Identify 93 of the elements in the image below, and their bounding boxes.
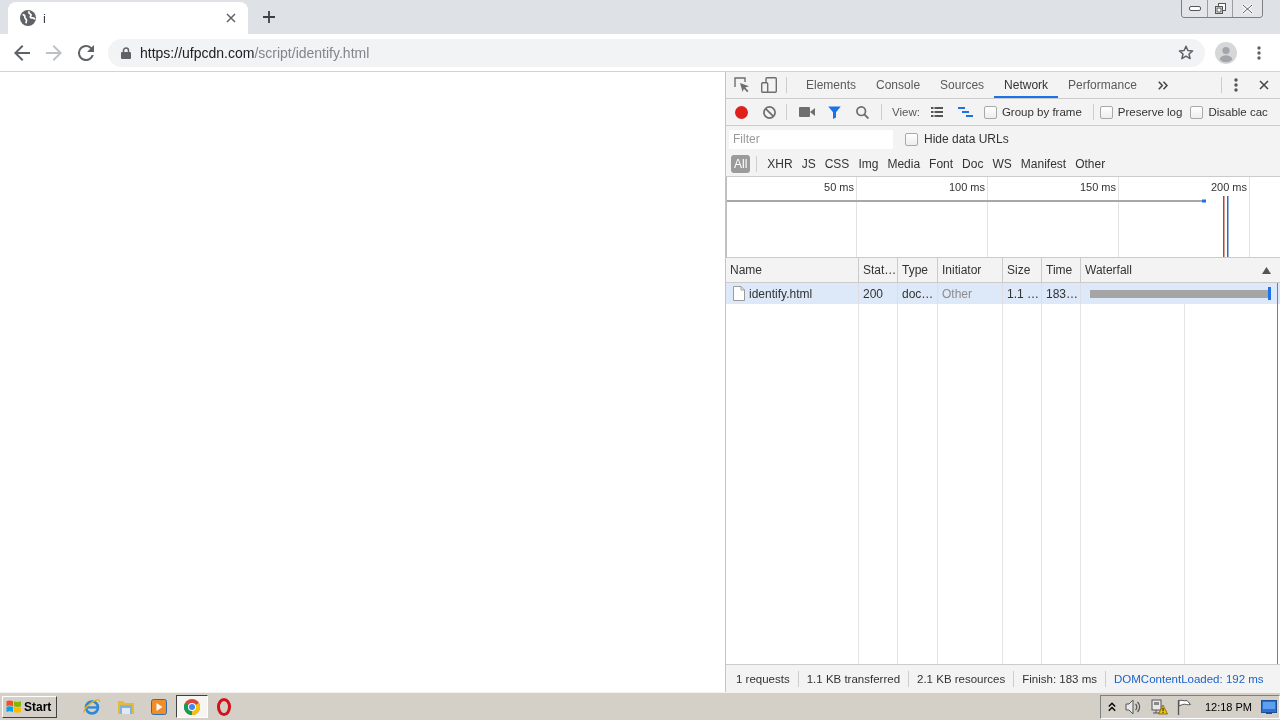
checkbox[interactable] bbox=[1190, 105, 1204, 119]
column-header[interactable]: Size bbox=[1002, 258, 1041, 282]
reload-icon[interactable] bbox=[78, 44, 94, 61]
more-options-icon[interactable] bbox=[1257, 45, 1261, 60]
tick-label: 100 ms bbox=[948, 181, 985, 193]
type-filter[interactable]: Img bbox=[854, 155, 883, 173]
summary-text: Finish: 183 ms bbox=[1021, 672, 1099, 685]
summary-text: 2.1 KB resources bbox=[916, 672, 1007, 685]
tick-label: 50 ms bbox=[824, 181, 854, 193]
type-filter[interactable]: WS bbox=[988, 155, 1016, 173]
network-warning-icon[interactable] bbox=[1150, 698, 1168, 715]
minimize-icon bbox=[1188, 6, 1201, 11]
new-tab-icon[interactable] bbox=[263, 11, 275, 23]
chrome-logo-icon bbox=[184, 698, 201, 715]
checkbox[interactable] bbox=[905, 132, 918, 146]
summary-text: 1 requests bbox=[735, 672, 791, 685]
list-view-icon[interactable] bbox=[930, 107, 943, 117]
column-header[interactable]: Time bbox=[1041, 258, 1080, 282]
event-marker-line bbox=[1223, 196, 1225, 257]
checkbox-label[interactable]: Group by frame bbox=[1001, 106, 1082, 118]
more-options-icon[interactable] bbox=[1234, 78, 1238, 92]
windows-logo-icon bbox=[6, 699, 22, 714]
taskbar-clock[interactable]: 12:18 PM bbox=[1204, 700, 1252, 713]
file-icon bbox=[733, 286, 745, 301]
table-cell: 200 bbox=[858, 283, 897, 304]
restore-icon bbox=[1214, 3, 1226, 14]
flag-icon[interactable] bbox=[1176, 698, 1192, 715]
e-logo-icon[interactable] bbox=[83, 697, 102, 716]
show-desktop-icon[interactable] bbox=[1261, 699, 1277, 714]
search-icon[interactable] bbox=[856, 105, 869, 119]
column-header[interactable]: Waterfall bbox=[1080, 258, 1280, 282]
filter-icon[interactable] bbox=[828, 105, 841, 119]
taskbar-button[interactable] bbox=[176, 695, 209, 718]
lock-icon bbox=[121, 46, 131, 59]
restore-button[interactable] bbox=[1207, 0, 1232, 17]
type-filter[interactable]: Font bbox=[925, 155, 958, 173]
tick-label: 200 ms bbox=[1210, 181, 1247, 193]
address-bar[interactable]: https://ufpcdn.com/script/identify.html bbox=[108, 38, 1205, 67]
filter-field[interactable]: Filter bbox=[729, 129, 893, 149]
inspect-element-icon[interactable] bbox=[734, 77, 750, 93]
type-filter[interactable]: Manifest bbox=[1016, 155, 1071, 173]
close-window-button[interactable] bbox=[1232, 0, 1262, 17]
type-filter[interactable]: XHR bbox=[763, 155, 797, 173]
column-header[interactable]: Stat… bbox=[858, 258, 897, 282]
type-filter[interactable]: Other bbox=[1071, 155, 1110, 173]
tick-label: 150 ms bbox=[1079, 181, 1116, 193]
avatar-icon[interactable] bbox=[1215, 41, 1237, 64]
checkbox[interactable] bbox=[1099, 105, 1113, 119]
panel-tab[interactable]: Elements bbox=[796, 72, 867, 98]
panel-tab[interactable]: Console bbox=[866, 72, 931, 98]
table-cell: 183… bbox=[1041, 283, 1080, 304]
column-header[interactable]: Initiator bbox=[937, 258, 1002, 282]
table-row[interactable]: identify.html 200 doc… Other 1.1 … 183… bbox=[726, 283, 1280, 304]
double-chevron-icon[interactable] bbox=[1157, 80, 1168, 90]
table-cell: doc… bbox=[897, 283, 937, 304]
media-player-icon[interactable] bbox=[151, 698, 168, 715]
column-header[interactable]: Type bbox=[897, 258, 937, 282]
type-filter[interactable]: CSS bbox=[820, 155, 854, 173]
event-marker-line bbox=[1227, 196, 1229, 257]
summary-text: DOMContentLoaded: 192 ms bbox=[1113, 672, 1265, 685]
type-filter[interactable]: JS bbox=[797, 155, 820, 173]
column-header[interactable]: Name bbox=[726, 258, 858, 282]
video-camera-icon[interactable] bbox=[799, 107, 815, 117]
type-filter[interactable]: Media bbox=[883, 155, 925, 173]
close-icon[interactable] bbox=[1259, 80, 1269, 90]
record-icon[interactable] bbox=[735, 105, 748, 119]
panel-tab[interactable]: Performance bbox=[1058, 72, 1147, 98]
summary-text: 1.1 KB transferred bbox=[805, 672, 902, 685]
table-cell: identify.html bbox=[749, 286, 813, 301]
table-cell: 1.1 … bbox=[1002, 283, 1041, 304]
checkbox-label[interactable]: Disable cac bbox=[1208, 106, 1268, 118]
checkbox-label[interactable]: Preserve log bbox=[1117, 106, 1183, 118]
minimize-button[interactable] bbox=[1182, 0, 1207, 17]
device-toolbar-icon[interactable] bbox=[761, 77, 777, 93]
url-text: https://ufpcdn.com/script/identify.html bbox=[140, 44, 370, 61]
clear-icon[interactable] bbox=[763, 105, 776, 119]
view-label: View: bbox=[892, 106, 920, 118]
globe-icon bbox=[20, 10, 36, 26]
chevron-up-icon[interactable] bbox=[1107, 701, 1116, 712]
checkbox[interactable] bbox=[983, 105, 997, 119]
checkbox-label[interactable]: Hide data URLs bbox=[924, 132, 1009, 146]
back-arrow-icon[interactable] bbox=[14, 44, 30, 61]
star-icon[interactable] bbox=[1178, 45, 1194, 60]
type-filter[interactable]: Doc bbox=[958, 155, 988, 173]
start-button[interactable]: Start bbox=[2, 695, 58, 718]
panel-tab[interactable]: Sources bbox=[930, 72, 995, 98]
table-cell: Other bbox=[937, 283, 1002, 304]
speaker-icon[interactable] bbox=[1124, 698, 1142, 715]
close-icon[interactable] bbox=[226, 13, 236, 23]
waterfall-view-icon[interactable] bbox=[957, 107, 973, 117]
browser-tab[interactable]: i bbox=[8, 2, 248, 34]
o-logo-icon[interactable] bbox=[217, 697, 232, 716]
close-icon bbox=[1242, 3, 1253, 14]
